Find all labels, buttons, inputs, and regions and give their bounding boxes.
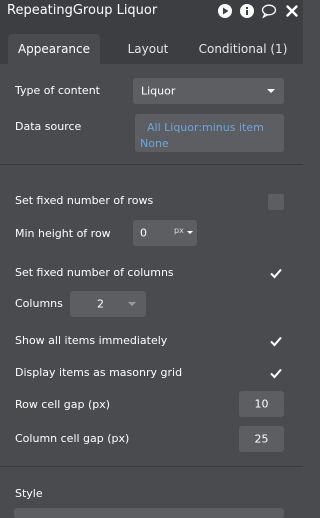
row-gap-input[interactable]: 10 <box>239 391 284 417</box>
row-gap-value: 10 <box>254 397 269 411</box>
fixed-rows-checkbox[interactable] <box>268 194 284 210</box>
row-gap-label: Row cell gap (px) <box>15 398 111 411</box>
unit-selector[interactable]: px <box>174 226 184 235</box>
show-all-checkbox[interactable] <box>268 333 284 349</box>
panel-title: RepeatingGroup Liquor <box>7 3 158 18</box>
tab-bar: Appearance Layout Conditional (1) <box>0 24 303 64</box>
chevron-down-icon <box>128 302 136 306</box>
comment-icon[interactable] <box>261 3 277 19</box>
fixed-rows-label: Set fixed number of rows <box>15 194 154 207</box>
columns-dropdown[interactable]: 2 <box>70 291 146 317</box>
col-gap-label: Column cell gap (px) <box>15 432 130 445</box>
data-source-label: Data source <box>15 120 82 133</box>
fixed-cols-checkbox[interactable] <box>268 265 284 281</box>
show-all-label: Show all items immediately <box>15 334 168 347</box>
tab-appearance[interactable]: Appearance <box>8 34 100 64</box>
style-label: Style <box>15 487 43 500</box>
section-divider <box>0 164 303 165</box>
data-source-field[interactable]: All Liquor:minus item None <box>135 114 284 152</box>
col-gap-value: 25 <box>254 432 269 446</box>
info-icon[interactable] <box>239 3 255 19</box>
masonry-checkbox[interactable] <box>268 365 284 381</box>
min-height-value: 0 <box>140 226 147 240</box>
chevron-down-icon <box>267 89 275 93</box>
fixed-cols-label: Set fixed number of columns <box>15 266 174 279</box>
tab-layout[interactable]: Layout <box>112 34 184 64</box>
play-icon[interactable] <box>217 3 233 19</box>
type-of-content-dropdown[interactable]: Liquor <box>133 78 284 104</box>
masonry-label: Display items as masonry grid <box>15 366 183 379</box>
style-dropdown[interactable] <box>14 508 284 518</box>
data-source-expression[interactable]: All Liquor:minus item <box>147 121 264 134</box>
type-of-content-value: Liquor <box>141 84 176 98</box>
columns-value: 2 <box>97 297 104 311</box>
unit-chevron-icon <box>187 231 193 234</box>
min-height-input[interactable]: 0 px <box>133 220 197 246</box>
section-divider <box>0 466 303 467</box>
min-height-label: Min height of row <box>15 227 111 240</box>
tab-conditional[interactable]: Conditional (1) <box>196 34 290 64</box>
data-source-extra[interactable]: None <box>140 137 169 150</box>
type-of-content-label: Type of content <box>15 84 100 97</box>
title-bar: RepeatingGroup Liquor <box>0 0 303 24</box>
columns-label: Columns <box>15 297 63 310</box>
close-icon[interactable] <box>284 3 300 19</box>
col-gap-input[interactable]: 25 <box>239 426 284 452</box>
